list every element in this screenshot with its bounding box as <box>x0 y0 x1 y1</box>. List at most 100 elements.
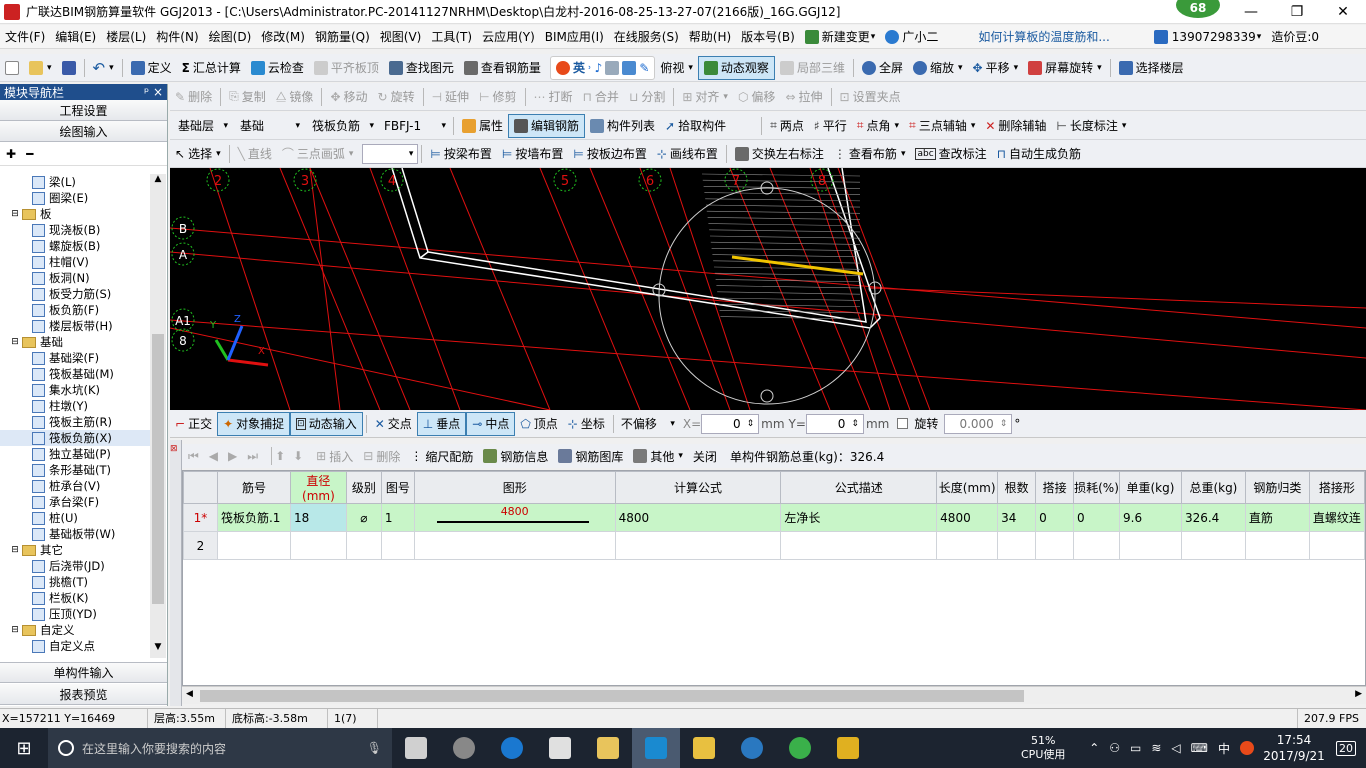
properties-button[interactable]: 属性 <box>457 114 508 138</box>
selected-rebar[interactable] <box>731 255 864 276</box>
network-icon[interactable]: ▭ <box>1130 741 1141 755</box>
break-button[interactable]: ⋯ 打断 <box>529 85 578 109</box>
table-cell[interactable]: 18 <box>289 503 347 532</box>
view-layout-button[interactable]: ⋮ 查看布筋 ▾ <box>829 142 911 166</box>
ortho-button[interactable]: ⌐ 正交 <box>170 412 217 436</box>
table-cell[interactable]: 筏板负筋.1 <box>216 503 291 532</box>
canvas-svg[interactable]: 2 3 4 5 6 7 8 BA A1 8 X Y Z <box>170 168 1366 410</box>
by-beam-button[interactable]: ⊨ 按梁布置 <box>425 142 496 166</box>
dynamic-view-button[interactable]: 动态观察 <box>697 55 775 80</box>
qihoo-button[interactable] <box>776 728 824 768</box>
collapse-icon[interactable]: ⊟ <box>10 209 20 219</box>
delete-button[interactable]: ✎ 删除 <box>170 85 217 109</box>
move-row-icons[interactable]: ⬆⬇ <box>275 449 311 463</box>
tree-item[interactable]: 筏板负筋(X) <box>0 430 150 446</box>
keyboard-tray-icon[interactable]: ⌨ <box>1191 741 1208 755</box>
table-cell[interactable] <box>380 531 415 560</box>
y-input[interactable]: 0 ⇕ <box>805 413 864 434</box>
column-header[interactable]: 搭接 <box>1035 471 1075 504</box>
menu-item[interactable]: 楼层(L) <box>101 25 151 49</box>
point-angle-button[interactable]: ⌗ 点角 ▾ <box>852 114 904 138</box>
table-cell[interactable]: 直筋 <box>1244 503 1310 532</box>
microphone-icon[interactable]: 🎙 <box>367 741 382 755</box>
column-header[interactable]: 损耗(%) <box>1073 471 1120 504</box>
two-points-button[interactable]: ⌗ 两点 <box>765 114 809 138</box>
tree-item[interactable]: 筏板基础(M) <box>0 366 150 382</box>
scroll-down-icon[interactable]: ▼ <box>150 642 166 658</box>
column-header[interactable] <box>183 471 218 504</box>
element-select[interactable]: FBFJ-1 ▾ <box>380 116 450 136</box>
tree-item[interactable]: 桩(U) <box>0 510 150 526</box>
column-header[interactable]: 级别 <box>345 471 382 504</box>
save-button[interactable] <box>57 56 81 80</box>
tree-folder[interactable]: ⊟ 基础 <box>0 334 150 350</box>
category-select[interactable]: 基础 ▾ <box>236 116 304 136</box>
table-cell[interactable] <box>1244 531 1310 560</box>
close-grid-button[interactable]: 关闭 <box>688 444 722 468</box>
insert-row-button[interactable]: ⊞ 插入 <box>311 444 358 468</box>
swap-dim-button[interactable]: 交换左右标注 <box>730 142 829 166</box>
set-grip-button[interactable]: ⊡ 设置夹点 <box>835 85 906 109</box>
menu-item[interactable]: 云应用(Y) <box>477 25 540 49</box>
tree-item[interactable]: 压顶(YD) <box>0 606 150 622</box>
tree-item[interactable]: 筏板主筋(R) <box>0 414 150 430</box>
notes-button[interactable] <box>680 728 728 768</box>
column-header[interactable]: 根数 <box>997 471 1037 504</box>
column-header[interactable]: 筋号 <box>216 471 291 504</box>
object-snap-button[interactable]: ✦ 对象捕捉 <box>217 411 291 436</box>
tree-item[interactable]: 挑檐(T) <box>0 574 150 590</box>
tray-expand-icon[interactable]: ⌃ <box>1089 741 1099 755</box>
open-file-button[interactable]: ▾ <box>24 56 57 80</box>
midpoint-button[interactable]: ⊸ 中点 <box>466 411 516 436</box>
tree-item[interactable]: 承台梁(F) <box>0 494 150 510</box>
single-input-button[interactable]: 单构件输入 <box>0 662 167 683</box>
tree-folder[interactable]: ⊟ 自定义 <box>0 622 150 638</box>
table-row[interactable]: 2 <box>183 531 1365 560</box>
taskbar-search[interactable]: 在这里输入你要搜索的内容 🎙 <box>48 728 392 768</box>
pick-element-button[interactable]: ➚ 拾取构件 <box>660 114 731 138</box>
offset-button[interactable]: ⬡ 偏移 <box>733 85 781 109</box>
table-cell[interactable] <box>216 531 291 560</box>
table-cell[interactable]: 34 <box>997 503 1037 532</box>
stretch-button[interactable]: ⇔ 拉伸 <box>780 85 827 109</box>
store-button[interactable] <box>536 728 584 768</box>
sum-calc-button[interactable]: Σ 汇总计算 <box>177 56 246 80</box>
new-file-button[interactable] <box>0 56 24 80</box>
menu-item[interactable]: 工具(T) <box>426 25 477 49</box>
table-cell[interactable] <box>345 531 382 560</box>
table-cell[interactable] <box>1073 531 1120 560</box>
flush-top-button[interactable]: 平齐板顶 <box>309 56 384 80</box>
tree-item[interactable]: 集水坑(K) <box>0 382 150 398</box>
tree-item[interactable]: 现浇板(B) <box>0 222 150 238</box>
start-button[interactable]: ⊞ <box>0 728 48 768</box>
table-cell[interactable]: 直螺纹连 <box>1308 503 1365 532</box>
table-cell[interactable] <box>936 531 999 560</box>
edit-rebar-button[interactable]: 编辑钢筋 <box>508 113 586 138</box>
minimize-button[interactable]: — <box>1228 0 1274 24</box>
scroll-right-icon[interactable]: ▶ <box>1355 689 1362 699</box>
action-center-button[interactable]: 20 <box>1326 728 1366 768</box>
table-cell[interactable]: 326.4 <box>1180 503 1246 532</box>
table-cell[interactable] <box>614 531 782 560</box>
sogou-tray-icon[interactable] <box>1240 741 1254 755</box>
align-button[interactable]: ⊞ 对齐 ▾ <box>677 85 733 109</box>
table-cell[interactable]: 9.6 <box>1119 503 1182 532</box>
wifi-icon[interactable]: ≋ <box>1151 741 1161 755</box>
menu-item[interactable]: 文件(F) <box>0 25 50 49</box>
account-phone[interactable]: 13907298339 ▾ <box>1149 25 1267 49</box>
column-header[interactable]: 单重(kg) <box>1119 471 1182 504</box>
vertex-button[interactable]: ⬠ 顶点 <box>515 412 562 436</box>
type-select[interactable]: 筏板负筋 ▾ <box>308 116 378 136</box>
mirror-button[interactable]: ⧋ 镜像 <box>271 85 319 109</box>
other-button[interactable]: 其他 ▾ <box>628 444 688 468</box>
menu-item[interactable]: 钢筋量(Q) <box>310 25 375 49</box>
edge-button[interactable] <box>488 728 536 768</box>
table-cell[interactable] <box>997 531 1037 560</box>
rebar-library-button[interactable]: 钢筋图库 <box>553 444 628 468</box>
collapse-icon[interactable]: ⊟ <box>10 337 20 347</box>
by-slab-edge-button[interactable]: ⊨ 按板边布置 <box>568 142 651 166</box>
table-cell[interactable]: ⌀ <box>345 503 382 532</box>
split-button[interactable]: ⊔ 分割 <box>624 85 670 109</box>
three-point-axis-button[interactable]: ⌗ 三点辅轴 ▾ <box>904 114 980 138</box>
scale-rebar-button[interactable]: ⋮ 缩尺配筋 <box>405 444 478 468</box>
